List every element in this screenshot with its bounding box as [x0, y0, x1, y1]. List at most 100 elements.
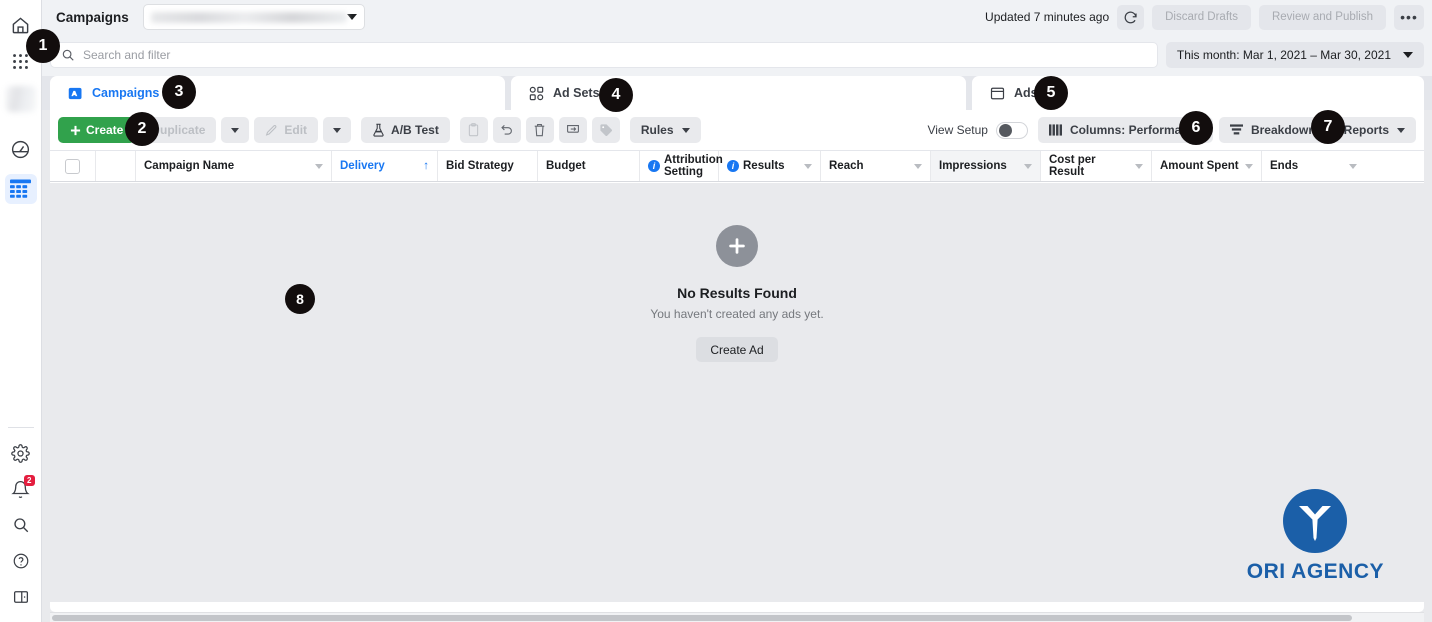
account-name-redacted	[150, 11, 347, 23]
annotation-badge-8: 8	[285, 284, 315, 314]
chevron-down-icon[interactable]	[804, 163, 812, 169]
annotation-badge-7: 7	[1311, 110, 1345, 144]
account-selector[interactable]	[142, 4, 365, 30]
chevron-down-icon[interactable]	[1135, 163, 1143, 169]
table-header-row: Campaign Name Delivery ↑ Bid Strategy Bu…	[50, 150, 1424, 182]
info-icon[interactable]: i	[648, 160, 660, 172]
annotation-badge-2: 2	[125, 112, 159, 146]
reports-label: Reports	[1343, 123, 1389, 137]
column-header-budget[interactable]: Budget	[538, 151, 640, 181]
create-ad-button[interactable]: Create Ad	[696, 337, 778, 362]
breakdown-icon	[1229, 124, 1243, 135]
view-setup-label: View Setup	[927, 123, 988, 137]
chevron-down-icon	[681, 127, 690, 133]
reports-button[interactable]: Reports	[1332, 117, 1416, 143]
column-header-reach[interactable]: Reach	[821, 151, 931, 181]
scrollbar-thumb[interactable]	[52, 615, 1352, 621]
blurred-account-icon[interactable]	[5, 86, 36, 112]
dashboard-meter-icon[interactable]	[5, 134, 37, 164]
duplicate-dropdown-button[interactable]	[221, 117, 250, 143]
chevron-down-icon	[231, 127, 240, 133]
column-header-results[interactable]: i Results	[719, 151, 821, 181]
gear-icon[interactable]	[5, 438, 37, 468]
column-label: Budget	[546, 160, 586, 172]
toggle-column-header	[96, 151, 136, 181]
refresh-button[interactable]	[1117, 4, 1145, 30]
trash-icon[interactable]	[525, 117, 554, 143]
search-placeholder-text: Search and filter	[83, 48, 171, 62]
updated-timestamp: Updated 7 minutes ago	[985, 10, 1110, 24]
export-icon[interactable]	[558, 117, 587, 143]
help-icon[interactable]	[5, 546, 37, 576]
ads-icon	[990, 87, 1005, 99]
chevron-down-icon	[1397, 127, 1405, 133]
date-range-label: This month: Mar 1, 2021 – Mar 30, 2021	[1176, 48, 1391, 62]
select-all-checkbox[interactable]	[65, 158, 80, 174]
column-label: Ends	[1270, 160, 1299, 172]
search-filter-row: Search and filter This month: Mar 1, 202…	[42, 34, 1432, 76]
more-options-icon[interactable]: •••	[1394, 4, 1424, 30]
badge-number: 5	[1046, 84, 1056, 101]
column-label: Delivery	[340, 160, 385, 172]
panel-icon[interactable]	[5, 582, 37, 612]
chevron-down-icon	[1403, 52, 1413, 58]
view-setup-toggle-group[interactable]: View Setup	[927, 121, 1032, 139]
info-icon[interactable]: i	[727, 160, 739, 172]
discard-drafts-button[interactable]: Discard Drafts	[1152, 4, 1251, 30]
chevron-down-icon[interactable]	[914, 163, 922, 169]
search-icon[interactable]	[5, 510, 37, 540]
chevron-down-icon[interactable]	[1024, 163, 1032, 169]
review-and-publish-button[interactable]: Review and Publish	[1258, 4, 1386, 30]
plus-circle-icon	[716, 225, 758, 267]
column-header-impressions[interactable]: Impressions	[931, 151, 1041, 181]
column-header-attribution-setting[interactable]: i Attribution Setting	[640, 151, 723, 181]
column-header-bid-strategy[interactable]: Bid Strategy	[438, 151, 538, 181]
badge-number: 2	[137, 120, 147, 137]
chevron-down-icon[interactable]	[315, 163, 323, 169]
tab-campaigns[interactable]: Campaigns	[50, 76, 505, 110]
column-header-ends[interactable]: Ends	[1262, 151, 1365, 181]
chevron-down-icon[interactable]	[1349, 163, 1357, 169]
edit-button[interactable]: Edit	[254, 117, 319, 143]
header-actions: Updated 7 minutes ago Discard Drafts Rev…	[985, 4, 1424, 30]
column-header-campaign-name[interactable]: Campaign Name	[136, 151, 332, 181]
tab-bar: Campaigns Ad Sets Ads	[42, 76, 1432, 110]
badge-number: 8	[296, 291, 304, 307]
empty-state-subtitle: You haven't created any ads yet.	[650, 307, 824, 321]
table-icon[interactable]	[4, 174, 37, 204]
action-toolbar: Create Duplicate Edit A/B Test Rules Vie…	[50, 110, 1424, 150]
rules-label: Rules	[640, 123, 674, 137]
date-range-picker[interactable]: This month: Mar 1, 2021 – Mar 30, 2021	[1165, 42, 1424, 68]
bell-icon[interactable]: 2	[5, 474, 37, 504]
ab-test-button[interactable]: A/B Test	[361, 117, 450, 143]
horizontal-scrollbar[interactable]	[50, 612, 1424, 622]
tag-icon[interactable]	[591, 117, 620, 143]
rail-divider	[7, 427, 34, 428]
flask-icon	[373, 123, 384, 137]
column-label: Reach	[829, 160, 864, 172]
column-header-delivery[interactable]: Delivery ↑	[332, 151, 438, 181]
main-panel: Create Duplicate Edit A/B Test Rules Vie…	[50, 110, 1424, 612]
create-button[interactable]: Create	[58, 117, 136, 143]
tab-adsets[interactable]: Ad Sets	[511, 76, 966, 110]
select-all-checkbox-cell[interactable]	[50, 151, 96, 181]
view-setup-switch[interactable]	[995, 121, 1028, 139]
clipboard-icon[interactable]	[459, 117, 488, 143]
chevron-down-icon[interactable]	[1245, 163, 1253, 169]
badge-number: 7	[1323, 118, 1333, 135]
rules-button[interactable]: Rules	[629, 117, 701, 143]
edit-button-label: Edit	[284, 123, 308, 137]
column-header-cost-per-result[interactable]: Cost per Result	[1041, 151, 1152, 181]
edit-dropdown-button[interactable]	[323, 117, 352, 143]
column-header-amount-spent[interactable]: Amount Spent	[1152, 151, 1262, 181]
annotation-badge-5: 5	[1034, 76, 1068, 110]
chevron-down-icon	[333, 127, 342, 133]
plus-icon	[70, 125, 81, 135]
page-title: Campaigns	[56, 9, 129, 25]
search-input[interactable]: Search and filter	[50, 42, 1158, 68]
column-label: Amount Spent	[1160, 160, 1239, 172]
column-label: Impressions	[939, 160, 1007, 172]
ori-agency-mark-icon	[1283, 489, 1348, 553]
undo-icon[interactable]	[492, 117, 521, 143]
notification-count-badge: 2	[24, 475, 35, 486]
